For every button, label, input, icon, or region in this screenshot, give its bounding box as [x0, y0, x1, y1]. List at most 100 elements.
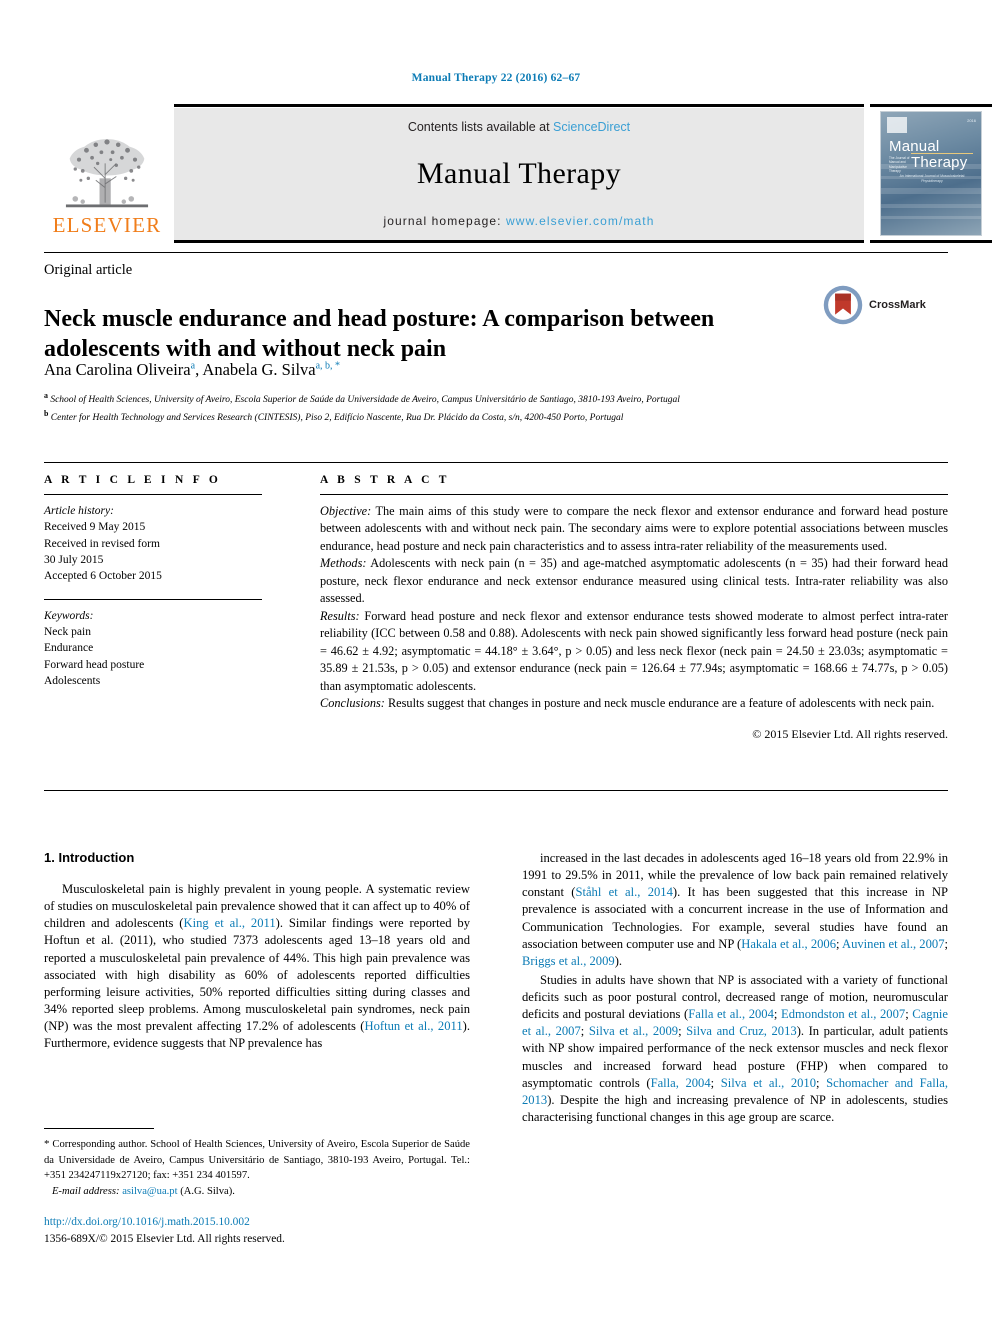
history-item: 30 July 2015: [44, 553, 104, 566]
homepage-prefix: journal homepage:: [383, 214, 507, 228]
citation-link[interactable]: Silva and Cruz, 2013: [686, 1024, 797, 1038]
journal-cover: 2016 Manual Therapy The Journal of Manua…: [870, 104, 992, 244]
citation-link[interactable]: Edmondston et al., 2007: [781, 1007, 905, 1021]
journal-title: Manual Therapy: [416, 157, 622, 190]
affiliation-b-text: Center for Health Technology and Service…: [50, 413, 624, 424]
keyword-item: Adolescents: [44, 674, 101, 687]
body-paragraph: Studies in adults have shown that NP is …: [522, 972, 948, 1124]
abstract-conclusions-label: Conclusions:: [320, 695, 385, 710]
crossmark-label: CrossMark: [869, 299, 926, 311]
affiliation-b-marker: b: [44, 408, 49, 418]
affiliation-list: a School of Health Sciences, University …: [44, 390, 844, 426]
history-item: Accepted 6 October 2015: [44, 570, 162, 583]
corresponding-author-footnote: * Corresponding author. School of Health…: [44, 1128, 470, 1199]
journal-band: Contents lists available at ScienceDirec…: [174, 108, 864, 240]
author-1-affiliation-marker: a: [190, 360, 196, 372]
article-info-heading: A R T I C L E I N F O: [44, 474, 222, 486]
abstract-heading: A B S T R A C T: [320, 474, 450, 486]
author-2-affiliation-marker: a, b, *: [315, 360, 341, 372]
history-item: Received in revised form: [44, 537, 160, 550]
email-suffix: (A.G. Silva).: [177, 1185, 235, 1197]
journal-article-page: Manual Therapy 22 (2016) 62–67 ELSEVIER …: [0, 0, 992, 1323]
elsevier-tree-icon: [65, 139, 149, 208]
page-title: Neck muscle endurance and head posture: …: [44, 306, 715, 363]
sciencedirect-link[interactable]: ScienceDirect: [553, 120, 630, 134]
body-paragraph: increased in the last decades in adolesc…: [522, 851, 949, 968]
email-label: E-mail address:: [51, 1185, 120, 1197]
article-type-kicker: Original article: [44, 262, 133, 278]
doi-link[interactable]: http://dx.doi.org/10.1016/j.math.2015.10…: [44, 1214, 470, 1231]
keyword-item: Forward head posture: [44, 658, 145, 671]
citation-link[interactable]: Falla et al., 2004: [688, 1007, 774, 1021]
abstract-methods-text: Adolescents with neck pain (n = 35) and …: [320, 556, 948, 606]
crossmark-badge-group[interactable]: CrossMark: [822, 282, 948, 328]
body-paragraph: Musculoskeletal pain is highly prevalent…: [44, 882, 471, 1051]
citation-link[interactable]: Briggs et al., 2009: [522, 954, 615, 968]
masthead-bottom-rule: [174, 240, 864, 243]
author-list: Ana Carolina Oliveiraa, Anabela G. Silva…: [44, 360, 341, 379]
contents-available-line: Contents lists available at ScienceDirec…: [408, 120, 630, 134]
cover-volume-text: 2016: [967, 118, 976, 123]
author-2-name: Anabela G. Silva: [202, 360, 316, 379]
journal-masthead: ELSEVIER Contents lists available at Sci…: [44, 104, 992, 244]
keywords-block: Keywords: Neck pain Endurance Forward he…: [44, 608, 262, 690]
affiliation-b: b Center for Health Technology and Servi…: [44, 408, 844, 426]
homepage-url-link[interactable]: www.elsevier.com/math: [506, 214, 654, 228]
citation-link[interactable]: King et al., 2011: [183, 916, 275, 930]
abstract-rule: [320, 494, 948, 495]
article-info-rule: [44, 494, 262, 495]
footnote-text-block: * Corresponding author. School of Health…: [44, 1137, 470, 1199]
citation-link[interactable]: Hoftun et al., 2011: [364, 1019, 462, 1033]
citation-link[interactable]: Ståhl et al., 2014: [575, 885, 672, 899]
footnote-rule: [44, 1128, 154, 1129]
contents-prefix: Contents lists available at: [407, 120, 554, 134]
running-head: Manual Therapy 22 (2016) 62–67: [411, 72, 581, 84]
affiliation-a-marker: a: [44, 391, 48, 400]
abstract-body: Objective: The main aims of this study w…: [320, 503, 948, 743]
citation-link[interactable]: Hakala et al., 2006: [741, 937, 836, 951]
crossmark-icon: [823, 285, 863, 325]
citation-link[interactable]: Silva et al., 2010: [721, 1076, 816, 1090]
affiliation-a: a School of Health Sciences, University …: [44, 390, 844, 408]
abstract-bottom-rule: [44, 790, 948, 791]
footer-doi-block: http://dx.doi.org/10.1016/j.math.2015.10…: [44, 1214, 470, 1247]
abstract-copyright: © 2015 Elsevier Ltd. All rights reserved…: [752, 727, 948, 742]
abstract-top-rule: [44, 462, 948, 463]
article-history-block: Article history: Received 9 May 2015 Rec…: [44, 503, 262, 585]
cover-artwork: 2016 Manual Therapy The Journal of Manua…: [880, 111, 982, 236]
citation-link[interactable]: Silva et al., 2009: [589, 1024, 678, 1038]
title-separator-rule: [44, 252, 948, 253]
cover-bottom-rule: [870, 240, 992, 243]
abstract-results-label: Results:: [320, 608, 360, 623]
abstract-conclusions: Conclusions: Results suggest that change…: [320, 695, 948, 712]
body-column-right: increased in the last decades in adolesc…: [522, 850, 948, 1128]
keyword-item: Neck pain: [44, 625, 91, 638]
footnote-email-line: E-mail address: asilva@ua.pt (A.G. Silva…: [44, 1184, 470, 1199]
article-info-column: A R T I C L E I N F O Article history: R…: [44, 474, 262, 689]
keyword-item: Endurance: [44, 642, 94, 655]
abstract-methods: Methods: Adolescents with neck pain (n =…: [320, 555, 948, 607]
section-heading-introduction: 1. Introduction: [44, 850, 135, 865]
citation-link[interactable]: Auvinen et al., 2007: [842, 937, 945, 951]
article-history-label: Article history:: [44, 505, 114, 517]
body-column-left: 1. Introduction Musculoskeletal pain is …: [44, 850, 470, 1054]
email-link[interactable]: asilva@ua.pt: [122, 1186, 177, 1197]
abstract-methods-label: Methods:: [320, 556, 367, 571]
history-item: Received 9 May 2015: [44, 521, 146, 534]
cover-body-text: An International Journal of Musculoskele…: [899, 174, 965, 184]
abstract-results: Results: Forward head posture and neck f…: [320, 608, 948, 695]
abstract-conclusions-text: Results suggest that changes in posture …: [384, 695, 935, 710]
abstract-objective-text: The main aims of this study were to comp…: [320, 504, 948, 553]
footnote-text: Corresponding author. School of Health S…: [44, 1139, 470, 1181]
abstract-objective: Objective: The main aims of this study w…: [320, 503, 948, 555]
citation-link[interactable]: Falla, 2004: [651, 1076, 711, 1090]
abstract-column: A B S T R A C T Objective: The main aims…: [320, 474, 948, 743]
masthead-top-rule: [174, 104, 864, 107]
abstract-results-text: Forward head posture and neck flexor and…: [320, 608, 948, 693]
cover-title-line2: Therapy: [911, 154, 968, 171]
abstract-objective-label: Objective:: [320, 504, 372, 518]
keywords-label: Keywords:: [44, 609, 94, 622]
cover-subtitle: The Journal of Manual and Manipulative T…: [889, 156, 910, 173]
issn-copyright-line: 1356-689X/© 2015 Elsevier Ltd. All right…: [44, 1232, 285, 1245]
cover-top-rule: [870, 104, 992, 107]
